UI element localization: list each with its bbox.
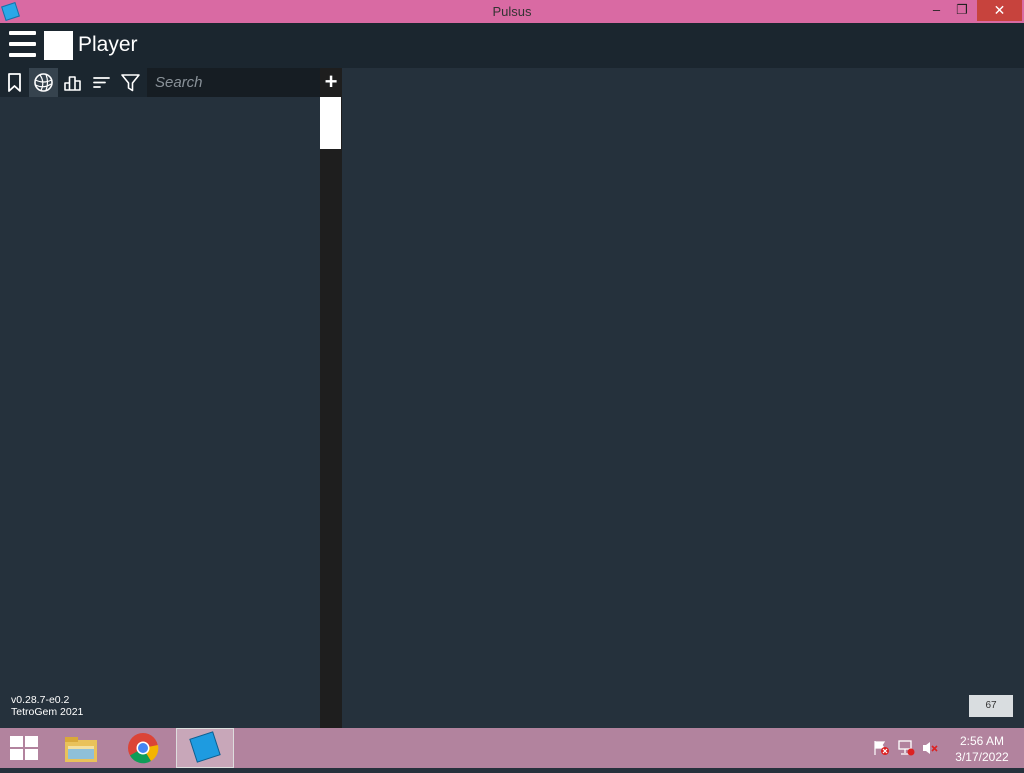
scrollbar-thumb[interactable] [320,97,341,149]
menu-icon[interactable] [9,31,36,57]
title-bar: Pulsus – ❐ ✕ [0,0,1024,23]
globe-icon[interactable] [29,68,58,97]
system-clock[interactable]: 2:56 AM 3/17/2022 [947,733,1017,765]
level-list[interactable] [0,97,320,728]
close-button[interactable]: ✕ [977,0,1022,21]
action-center-flag-icon[interactable] [872,740,890,756]
add-level-button[interactable]: + [320,68,342,96]
file-explorer-icon[interactable] [52,728,110,768]
avatar[interactable] [44,31,73,60]
clock-date: 3/17/2022 [955,750,1009,764]
search-input[interactable] [147,68,320,97]
bookmark-icon[interactable] [0,68,29,97]
windows-start-icon[interactable] [10,736,38,760]
sort-icon[interactable] [87,68,116,97]
level-details-panel [342,68,1024,728]
window-title: Pulsus [492,4,532,19]
chrome-icon[interactable] [114,728,172,768]
version-info: v0.28.7-e0.2 TetroGem 2021 [11,694,83,718]
pulsus-taskbar-icon[interactable] [176,728,234,768]
minimize-button[interactable]: – [924,0,949,21]
filter-icon[interactable] [116,68,145,97]
scrollbar[interactable] [320,68,342,728]
level-toolbar [0,68,320,97]
credit-text: TetroGem 2021 [11,706,84,718]
network-icon[interactable] [897,740,915,756]
leaderboard-icon[interactable] [58,68,87,97]
clock-time: 2:56 AM [959,734,1005,748]
app-header: Player [0,23,1024,68]
volume-muted-icon[interactable] [921,740,939,756]
version-text: v0.28.7-e0.2 [11,694,70,706]
restore-button[interactable]: ❐ [949,0,975,21]
taskbar: 2:56 AM 3/17/2022 [0,728,1024,768]
fps-counter: 67 [969,695,1013,717]
page-title: Player [78,33,138,56]
